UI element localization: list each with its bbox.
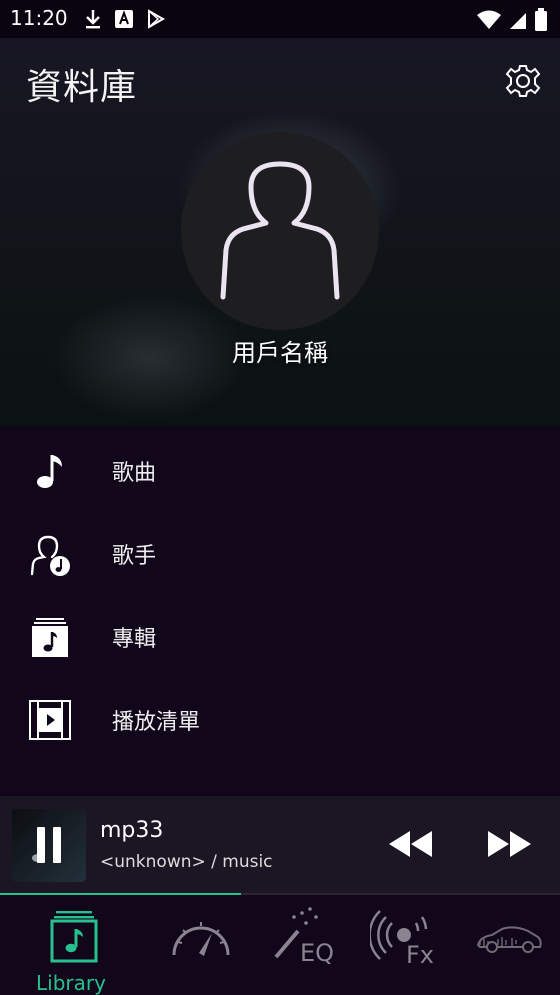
rewind-icon[interactable]: [386, 828, 436, 860]
svg-text:EQ: EQ: [300, 939, 334, 967]
track-artist-album: <unknown> / music: [100, 852, 273, 872]
playlist-icon: [29, 699, 71, 740]
track-title: mp33: [100, 818, 164, 843]
play-store-icon: [148, 9, 166, 29]
menu-item-playlists[interactable]: 播放清單: [0, 678, 560, 761]
system-icons: [476, 8, 548, 32]
music-note-icon: [37, 454, 62, 488]
nav-tab-equalizer[interactable]: EQ: [268, 901, 368, 991]
fast-forward-icon[interactable]: [484, 828, 534, 860]
library-icon: [50, 911, 98, 963]
artist-icon: [30, 535, 70, 576]
menu-label-artists: 歌手: [112, 543, 157, 569]
settings-gear-icon[interactable]: [504, 62, 542, 100]
status-time: 11:20: [10, 6, 68, 30]
page-title: 資料庫: [26, 67, 138, 108]
car-icon: [476, 926, 542, 953]
wifi-icon: [477, 10, 501, 29]
menu-item-artists[interactable]: 歌手: [0, 512, 560, 595]
nav-tab-car[interactable]: [472, 901, 560, 991]
app-notification-icon: [115, 10, 133, 28]
svg-text:Fx: Fx: [406, 941, 434, 967]
album-art[interactable]: [12, 809, 86, 882]
menu-label-songs: 歌曲: [112, 460, 157, 486]
speedometer-icon: [172, 922, 230, 956]
avatar[interactable]: [181, 132, 379, 330]
menu-label-albums: 專輯: [112, 626, 157, 652]
nav-tab-library[interactable]: Library: [36, 901, 136, 995]
mini-player[interactable]: mp33 <unknown> / music: [0, 796, 560, 894]
battery-icon: [535, 8, 547, 31]
fx-icon: Fx: [368, 910, 434, 969]
username-label[interactable]: 用戶名稱: [0, 333, 560, 368]
download-icon: [86, 10, 100, 29]
pause-icon[interactable]: [12, 809, 86, 882]
menu-item-albums[interactable]: 專輯: [0, 595, 560, 678]
user-silhouette-icon: [220, 161, 340, 300]
bottom-navigation: Library EQ Fx: [0, 895, 560, 995]
status-bar: 11:20: [0, 0, 560, 38]
nav-tab-speed[interactable]: [162, 901, 262, 991]
nav-tab-effects[interactable]: Fx: [368, 901, 470, 991]
notification-icons: [84, 8, 166, 30]
eq-icon: EQ: [274, 907, 334, 967]
menu-item-songs[interactable]: 歌曲: [0, 429, 560, 512]
signal-icon: [510, 13, 526, 29]
menu-label-playlists: 播放清單: [112, 709, 201, 735]
album-icon: [32, 617, 68, 657]
library-menu: 歌曲 歌手 專輯 播放清單: [0, 426, 560, 796]
